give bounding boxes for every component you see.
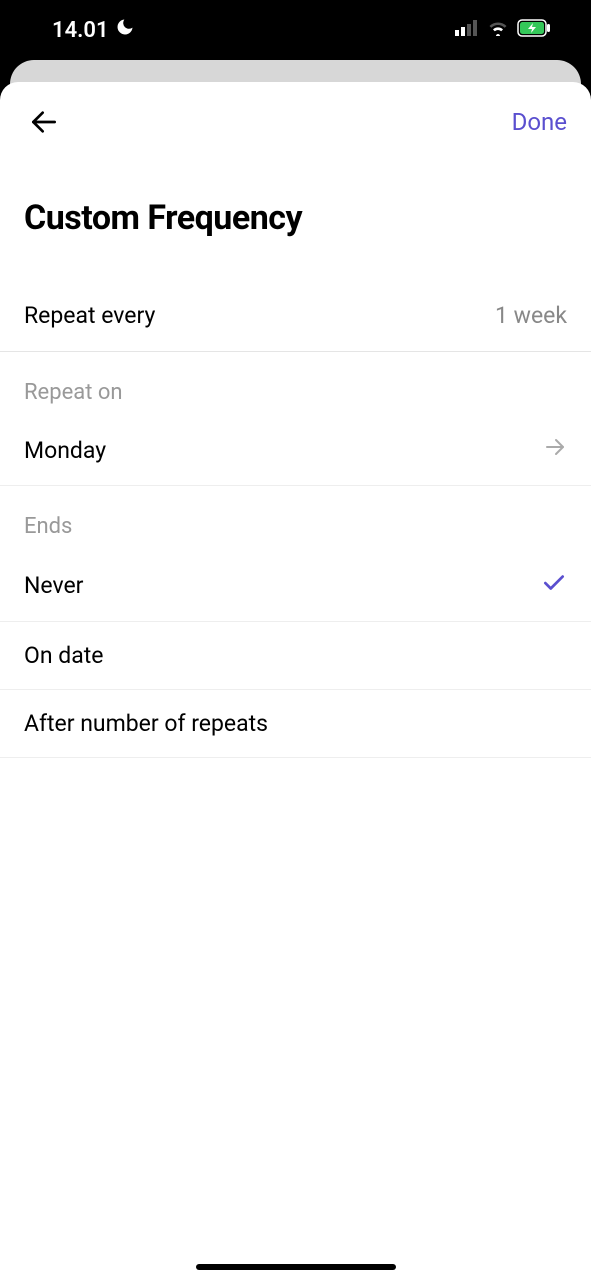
arrow-right-icon bbox=[543, 435, 567, 465]
back-button[interactable] bbox=[24, 102, 64, 142]
ends-option-label: Never bbox=[24, 572, 83, 599]
moon-icon bbox=[115, 17, 135, 43]
battery-charging-icon bbox=[517, 19, 551, 41]
arrow-left-icon bbox=[28, 106, 60, 138]
repeat-every-row[interactable]: Repeat every 1 week bbox=[0, 280, 591, 351]
sheet: Done Custom Frequency Repeat every 1 wee… bbox=[0, 82, 591, 1280]
repeat-on-value: Monday bbox=[24, 437, 106, 464]
repeat-on-section-label: Repeat on bbox=[0, 352, 591, 415]
repeat-every-label: Repeat every bbox=[24, 302, 155, 329]
ends-option-label: On date bbox=[24, 642, 103, 669]
cellular-icon bbox=[455, 20, 479, 40]
repeat-on-row[interactable]: Monday bbox=[0, 415, 591, 486]
ends-section-label: Ends bbox=[0, 486, 591, 549]
status-right bbox=[455, 19, 551, 41]
ends-option-on-date[interactable]: On date bbox=[0, 622, 591, 690]
repeat-every-value: 1 week bbox=[495, 302, 567, 329]
wifi-icon bbox=[487, 20, 509, 40]
page-title: Custom Frequency bbox=[0, 162, 591, 258]
ends-option-label: After number of repeats bbox=[24, 710, 268, 737]
status-left: 14.01 bbox=[52, 17, 135, 43]
home-indicator[interactable] bbox=[196, 1264, 396, 1270]
status-bar: 14.01 bbox=[0, 0, 591, 60]
checkmark-icon bbox=[541, 569, 567, 601]
done-button[interactable]: Done bbox=[512, 108, 567, 136]
ends-option-never[interactable]: Never bbox=[0, 549, 591, 622]
status-time: 14.01 bbox=[52, 18, 109, 43]
ends-option-after-repeats[interactable]: After number of repeats bbox=[0, 690, 591, 758]
nav-bar: Done bbox=[0, 82, 591, 162]
